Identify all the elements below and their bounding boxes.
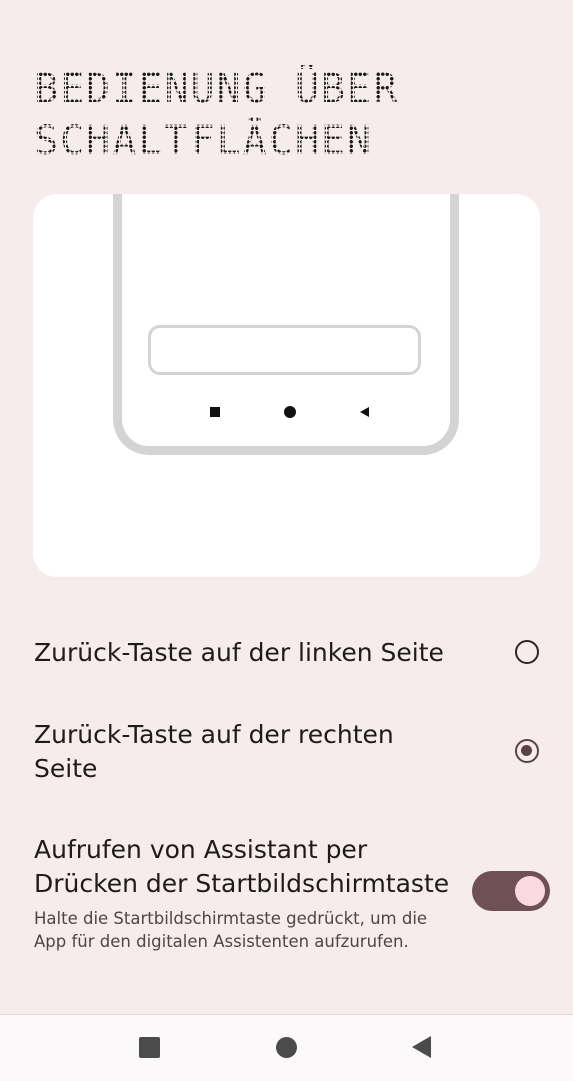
phone-illustration	[113, 194, 459, 455]
assistant-label: Aufrufen von Assistant per Drücken der S…	[34, 835, 450, 898]
toggle-knob	[515, 876, 545, 906]
option-assistant[interactable]: Aufrufen von Assistant per Drücken der S…	[34, 833, 550, 953]
option-back-right-label: Zurück-Taste auf der rechten Seite	[34, 720, 394, 783]
assistant-description: Halte die Startbildschirmtaste gedrückt,…	[34, 909, 428, 951]
back-triangle-icon	[360, 407, 369, 417]
preview-nav-bar	[122, 402, 450, 422]
back-icon[interactable]	[412, 1036, 431, 1058]
page-title-line-2: SCHALTFLÄCHEN	[34, 117, 374, 164]
radio-back-left[interactable]	[515, 640, 539, 664]
assistant-toggle[interactable]	[472, 871, 550, 911]
radio-back-right[interactable]	[515, 739, 539, 763]
navigation-preview	[33, 194, 540, 577]
recents-icon[interactable]	[139, 1037, 160, 1058]
system-navigation-bar	[0, 1014, 573, 1081]
home-icon[interactable]	[276, 1037, 297, 1058]
option-back-left[interactable]: Zurück-Taste auf der linken Seite	[34, 636, 539, 670]
page-title-line-1: BEDIENUNG ÜBER	[34, 65, 400, 112]
option-back-left-label: Zurück-Taste auf der linken Seite	[34, 638, 444, 667]
radio-selected-dot	[521, 745, 532, 756]
option-back-right[interactable]: Zurück-Taste auf der rechten Seite	[34, 718, 539, 786]
circle-icon	[284, 406, 296, 418]
page-title: BEDIENUNG ÜBER SCHALTFLÄCHEN	[34, 63, 554, 167]
phone-search-bar-illustration	[148, 325, 421, 375]
square-icon	[210, 407, 220, 417]
